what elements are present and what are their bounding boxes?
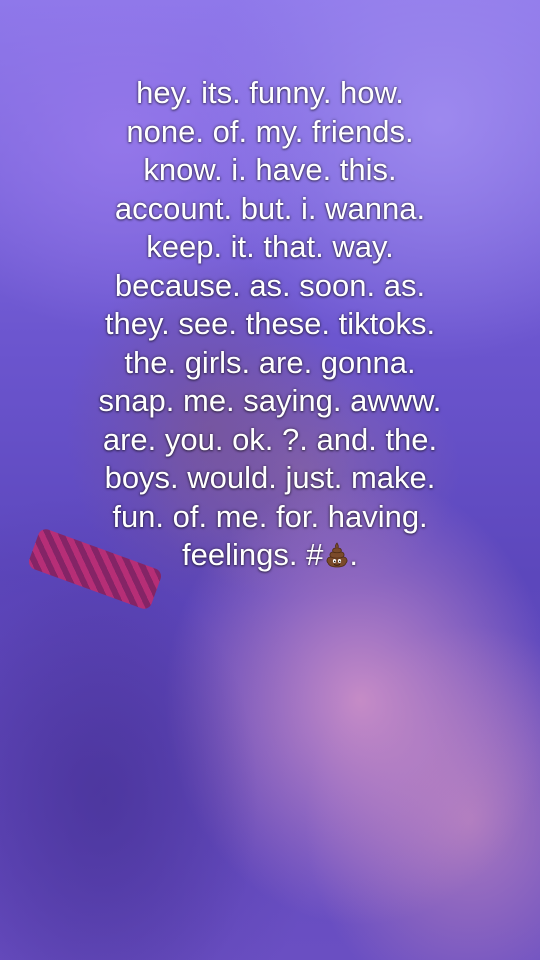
caption-line: they. see. these. tiktoks. <box>104 306 436 341</box>
caption-line: the. girls. are. gonna. <box>124 344 416 380</box>
caption-line: know. i. have. this. <box>143 152 397 187</box>
caption-line: hey. its. funny. how. <box>136 75 404 110</box>
caption-line: because. as. soon. as. <box>114 267 426 303</box>
pile-of-poo-icon <box>325 542 349 568</box>
caption-line: keep. it. that. way. <box>146 229 394 264</box>
caption-line: boys. would. just. make. <box>104 460 436 495</box>
caption-line: account. but. i. wanna. <box>114 190 426 226</box>
caption-last-suffix: . <box>349 537 358 572</box>
caption-line: none. of. my. friends. <box>126 113 414 149</box>
caption-last-line: feelings. # . <box>40 536 500 575</box>
caption-text: hey. its. funny. how. none. of. my. frie… <box>40 74 500 575</box>
caption-line: snap. me. saying. awww. <box>98 383 442 418</box>
caption-last-prefix: feelings. # <box>182 537 324 572</box>
hoodie-shadow <box>0 560 260 960</box>
caption-line: are. you. ok. ?. and. the. <box>102 421 438 457</box>
caption-line: fun. of. me. for. having. <box>112 498 428 534</box>
